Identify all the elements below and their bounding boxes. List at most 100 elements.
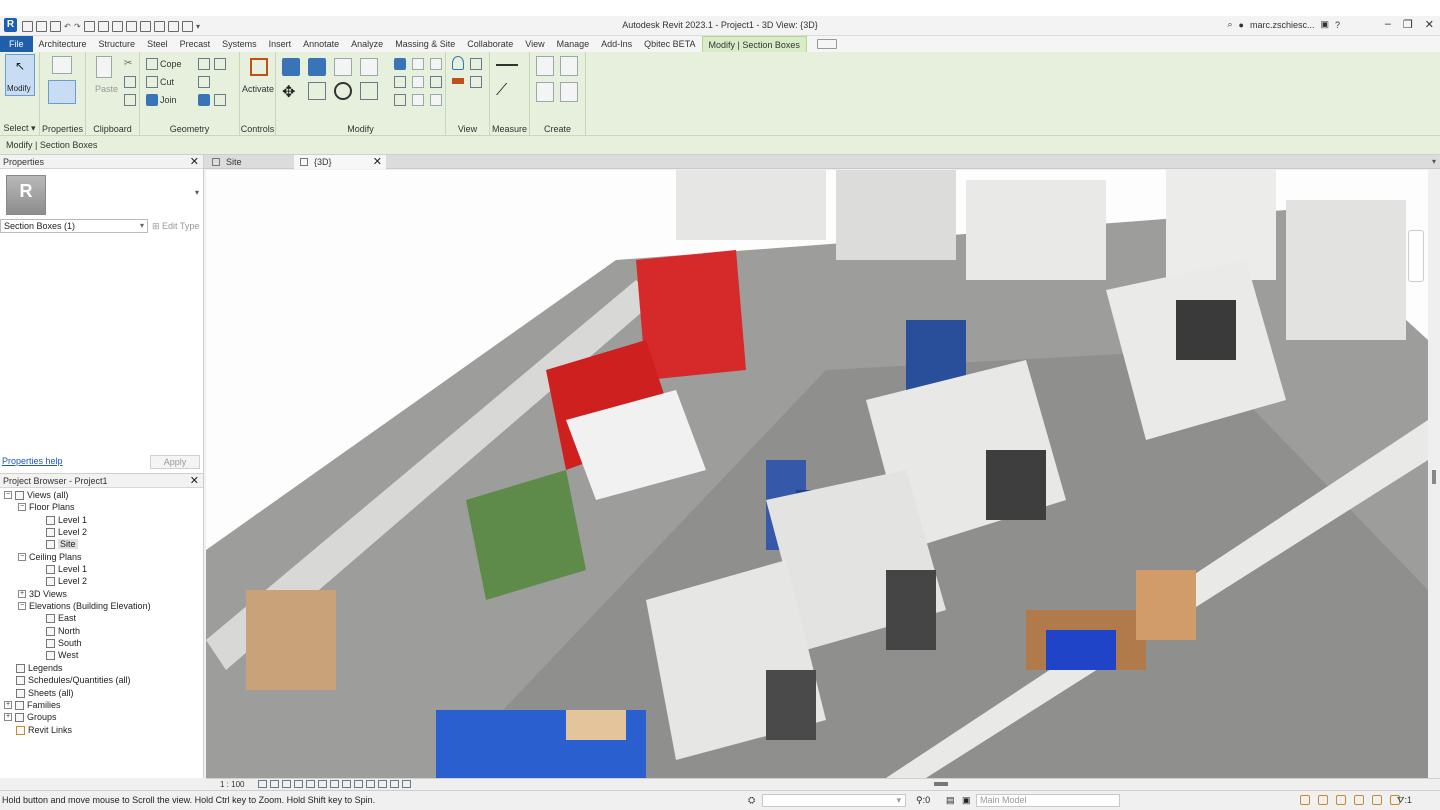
edit-type-button[interactable]: ⊞ Edit Type: [152, 221, 199, 232]
tree-node-ceiling-plans[interactable]: − Ceiling Plans: [18, 551, 82, 563]
apply-button[interactable]: Apply: [150, 455, 200, 469]
select-underlay-icon[interactable]: [1318, 795, 1328, 805]
tree-node-revit-links[interactable]: Revit Links: [16, 724, 72, 736]
design-options-icon[interactable]: ▤: [946, 795, 955, 806]
trim-icon[interactable]: [360, 82, 378, 100]
tab-massing-site[interactable]: Massing & Site: [389, 36, 461, 52]
horizontal-scroll-thumb[interactable]: [934, 782, 948, 786]
selection-filter[interactable]: ⛛:1: [1397, 795, 1412, 806]
tree-node-cp-level-1[interactable]: Level 1: [46, 563, 87, 575]
cope-label[interactable]: Cope: [160, 59, 182, 69]
lightbulb-icon[interactable]: [452, 56, 464, 70]
detail-level-icon[interactable]: [258, 780, 267, 788]
select-by-face-icon[interactable]: [1354, 795, 1364, 805]
create-assembly-icon[interactable]: [536, 82, 554, 102]
split-icon[interactable]: [394, 58, 406, 70]
cart-icon[interactable]: ▣: [1320, 19, 1329, 30]
worksharing-icon[interactable]: [378, 780, 387, 788]
tree-node-schedules[interactable]: Schedules/Quantities (all): [16, 674, 131, 686]
type-selector[interactable]: Section Boxes (1) ▾: [0, 219, 148, 233]
design-option-dropdown[interactable]: Main Model: [976, 794, 1120, 807]
lock-view-icon[interactable]: [342, 780, 351, 788]
create-group-icon[interactable]: [560, 56, 578, 76]
demolish-icon[interactable]: [198, 94, 210, 106]
tab-modify-section-boxes[interactable]: Modify | Section Boxes: [701, 36, 807, 52]
create-parts-icon[interactable]: [536, 56, 554, 76]
tabs-menu-icon[interactable]: ▾: [1432, 157, 1436, 166]
extend-icon[interactable]: [394, 94, 406, 106]
copy-icon[interactable]: [308, 82, 326, 100]
tab-precast[interactable]: Precast: [174, 36, 217, 52]
pin-icon[interactable]: [394, 76, 406, 88]
array-icon[interactable]: [412, 58, 424, 70]
type-dropdown-icon[interactable]: ▾: [195, 188, 199, 197]
close-icon[interactable]: ✕: [1425, 18, 1434, 31]
panel-select-label[interactable]: Select ▾: [0, 123, 39, 134]
tree-node-cp-level-2[interactable]: Level 2: [46, 575, 87, 587]
properties-close-icon[interactable]: ✕: [190, 155, 199, 168]
tab-view[interactable]: View: [519, 36, 550, 52]
paste-icon[interactable]: [96, 56, 112, 78]
pick-icon[interactable]: [214, 94, 226, 106]
properties-button[interactable]: [48, 80, 76, 104]
tab-structure[interactable]: Structure: [93, 36, 142, 52]
select-pinned-icon[interactable]: [1336, 795, 1346, 805]
tab-systems[interactable]: Systems: [216, 36, 263, 52]
user-icon[interactable]: ●: [1239, 20, 1244, 30]
paint-icon[interactable]: [198, 76, 210, 88]
minimize-icon[interactable]: –: [1385, 18, 1391, 31]
scroll-thumb[interactable]: [1432, 470, 1436, 484]
view-tab-site[interactable]: Site: [206, 155, 294, 169]
select-links-icon[interactable]: [1300, 795, 1310, 805]
linework-icon[interactable]: [452, 78, 464, 84]
cope-icon[interactable]: [146, 58, 158, 70]
mirror-draw-icon[interactable]: [360, 58, 378, 76]
tree-node-sheets[interactable]: Sheets (all): [16, 687, 74, 699]
unpin-icon[interactable]: [412, 76, 424, 88]
tree-node-site[interactable]: Site: [46, 538, 78, 550]
type-properties-icon[interactable]: [52, 56, 72, 74]
tab-annotate[interactable]: Annotate: [297, 36, 345, 52]
show-crop-icon[interactable]: [330, 780, 339, 788]
shadows-icon[interactable]: [294, 780, 303, 788]
binoculars-icon[interactable]: ⌕: [1227, 19, 1232, 30]
tab-analyze[interactable]: Analyze: [345, 36, 389, 52]
reveal-hidden-icon[interactable]: [366, 780, 375, 788]
split-gap-icon[interactable]: [412, 94, 424, 106]
tree-node-views[interactable]: − Views (all): [4, 489, 68, 501]
vertical-scrollbar[interactable]: [1428, 170, 1440, 778]
dimension-icon[interactable]: ⟋: [496, 82, 516, 102]
worksets-icon[interactable]: ⛭: [748, 795, 755, 806]
render-icon[interactable]: [306, 780, 315, 788]
help-icon[interactable]: ?: [1335, 20, 1340, 30]
align-icon[interactable]: [282, 58, 300, 76]
temp-hide-icon[interactable]: [354, 780, 363, 788]
analytical-icon[interactable]: [402, 780, 411, 788]
highlight-icon[interactable]: [390, 780, 399, 788]
navigation-bar[interactable]: [1408, 230, 1424, 282]
erase-icon[interactable]: [430, 94, 442, 106]
cut-geometry-icon[interactable]: [146, 76, 158, 88]
tab-insert[interactable]: Insert: [263, 36, 298, 52]
join-icon[interactable]: [146, 94, 158, 106]
ribbon-display-toggle[interactable]: [816, 39, 837, 49]
tree-node-families[interactable]: + Families: [4, 699, 61, 711]
tree-node-elevations[interactable]: − Elevations (Building Elevation): [18, 600, 151, 612]
split-face-icon[interactable]: [214, 58, 226, 70]
tree-node-legends[interactable]: Legends: [16, 662, 63, 674]
modify-button[interactable]: ↖ Modify: [5, 54, 35, 96]
move-icon[interactable]: ✥: [282, 82, 300, 101]
override-graphics-icon[interactable]: [470, 58, 482, 70]
properties-help-link[interactable]: Properties help: [2, 456, 63, 466]
filter-count[interactable]: ⚲:0: [916, 795, 930, 806]
close-tab-icon[interactable]: ✕: [373, 155, 382, 169]
drag-elements-icon[interactable]: [1372, 795, 1382, 805]
match-type-icon[interactable]: [124, 94, 136, 106]
visual-style-icon[interactable]: [270, 780, 279, 788]
wall-joins-icon[interactable]: [198, 58, 210, 70]
delete-icon[interactable]: [430, 76, 442, 88]
offset-icon[interactable]: [308, 58, 326, 76]
editable-only-icon[interactable]: ▣: [962, 795, 971, 806]
cut-label[interactable]: Cut: [160, 77, 174, 87]
join-label[interactable]: Join: [160, 95, 177, 105]
